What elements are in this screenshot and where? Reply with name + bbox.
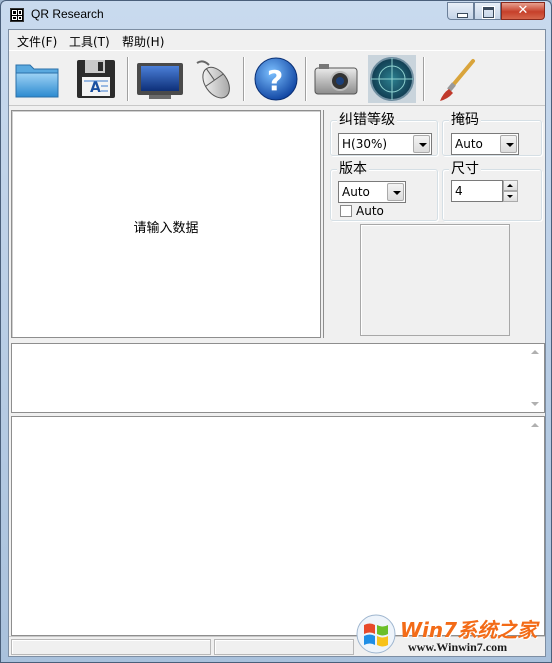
size-value: 4 <box>455 184 463 198</box>
spin-up-icon[interactable] <box>503 180 518 191</box>
status-bar <box>9 636 545 656</box>
monitor-icon[interactable] <box>135 55 185 103</box>
mask-value: Auto <box>455 137 483 151</box>
camera-icon[interactable] <box>311 55 361 103</box>
mouse-icon[interactable] <box>189 55 239 103</box>
mask-label: 掩码 <box>449 112 481 128</box>
minimize-icon <box>448 3 473 19</box>
version-value: Auto <box>342 185 370 199</box>
qr-app-icon <box>10 8 24 22</box>
brush-icon[interactable] <box>431 55 481 103</box>
window-controls: ✕ <box>447 2 545 20</box>
close-icon: ✕ <box>517 3 529 18</box>
error-correction-label: 纠错等级 <box>337 112 397 128</box>
version-auto-label: Auto <box>356 204 384 218</box>
output-text-area[interactable] <box>11 343 545 413</box>
maximize-icon <box>475 3 500 19</box>
floppy-save-icon[interactable]: A <box>71 55 121 103</box>
app-window: QR Research ✕ 文件(F) 工具(T) 帮助(H) A ? 请输入数… <box>0 0 552 663</box>
toolbar: A ? <box>9 50 545 106</box>
scroll-up-icon[interactable] <box>531 423 539 427</box>
folder-icon[interactable] <box>13 55 63 103</box>
error-correction-value: H(30%) <box>342 137 388 151</box>
vertical-scrollbar[interactable] <box>527 417 544 635</box>
version-label: 版本 <box>337 161 369 177</box>
size-stepper[interactable] <box>503 180 518 202</box>
version-select[interactable]: Auto <box>338 181 406 203</box>
status-cell-1 <box>11 639 211 655</box>
chevron-down-icon[interactable] <box>387 183 404 201</box>
scroll-up-icon[interactable] <box>531 350 539 354</box>
help-icon[interactable]: ? <box>251 55 301 103</box>
menu-help[interactable]: 帮助(H) <box>122 33 164 50</box>
toolbar-separator <box>305 57 307 101</box>
title-bar[interactable]: QR Research ✕ <box>1 1 551 29</box>
menu-bar: 文件(F) 工具(T) 帮助(H) <box>9 30 545 50</box>
minimize-button[interactable] <box>447 2 474 20</box>
data-input-area[interactable]: 请输入数据 <box>11 110 321 338</box>
log-text-area[interactable] <box>11 416 545 636</box>
toolbar-separator <box>243 57 245 101</box>
error-correction-group: 纠错等级 H(30%) <box>330 112 438 156</box>
toolbar-separator <box>423 57 425 101</box>
size-group: 尺寸 4 <box>442 161 542 221</box>
error-correction-select[interactable]: H(30%) <box>338 133 432 155</box>
size-input[interactable]: 4 <box>451 180 503 202</box>
close-button[interactable]: ✕ <box>501 2 545 20</box>
input-prompt-text: 请输入数据 <box>133 221 199 236</box>
settings-panel: 纠错等级 H(30%) 掩码 Auto 版本 Auto Auto 尺寸 4 <box>323 110 545 338</box>
svg-text:?: ? <box>267 64 283 97</box>
version-group: 版本 Auto Auto <box>330 161 438 221</box>
svg-text:A: A <box>90 80 101 96</box>
client-area: 文件(F) 工具(T) 帮助(H) A ? 请输入数据 纠错等级 H(30%) … <box>8 29 546 657</box>
version-auto-checkbox[interactable] <box>340 205 352 217</box>
vertical-scrollbar[interactable] <box>527 344 544 412</box>
qr-preview-area <box>360 224 510 336</box>
status-cell-2 <box>214 639 354 655</box>
window-title: QR Research <box>31 7 104 21</box>
size-label: 尺寸 <box>449 161 481 177</box>
menu-file[interactable]: 文件(F) <box>17 33 57 50</box>
toolbar-separator <box>127 57 129 101</box>
chevron-down-icon[interactable] <box>500 135 517 153</box>
mask-select[interactable]: Auto <box>451 133 519 155</box>
menu-tools[interactable]: 工具(T) <box>69 33 110 50</box>
mask-group: 掩码 Auto <box>442 112 542 156</box>
scroll-down-icon[interactable] <box>531 402 539 406</box>
maximize-button[interactable] <box>474 2 501 20</box>
radar-icon[interactable] <box>367 55 417 103</box>
chevron-down-icon[interactable] <box>413 135 430 153</box>
spin-down-icon[interactable] <box>503 191 518 202</box>
